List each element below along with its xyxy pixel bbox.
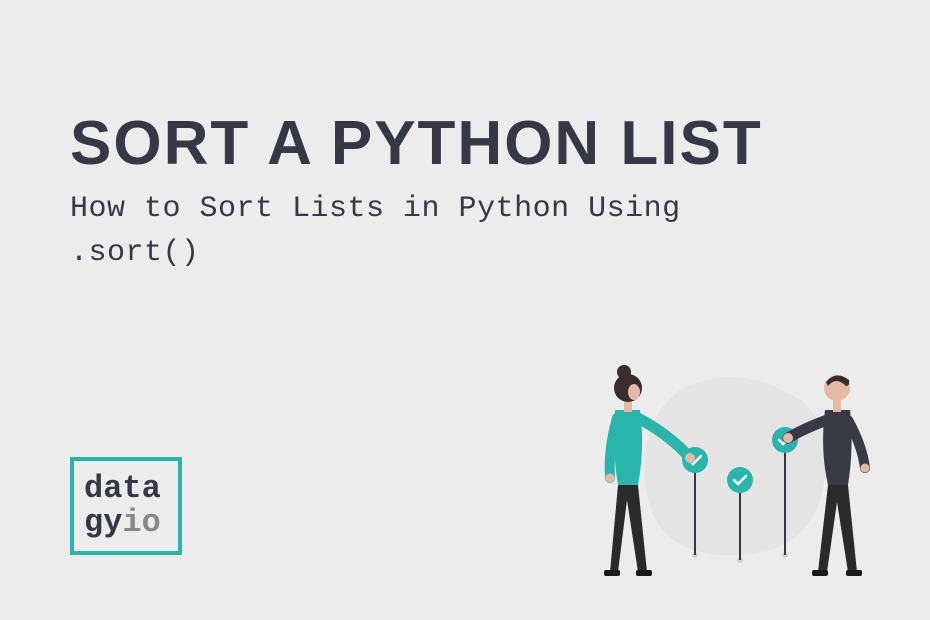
check-marker-icon: [727, 467, 753, 493]
page-title: Sort a Python List: [70, 108, 763, 179]
people-checklist-illustration: [540, 310, 900, 590]
logo-line1: data: [84, 472, 178, 506]
brand-logo: data gyio: [70, 457, 182, 555]
page-subtitle: How to Sort Lists in Python Using .sort(…: [70, 188, 710, 275]
logo-line2: gyio: [84, 506, 178, 540]
blob-bg: [644, 377, 826, 555]
